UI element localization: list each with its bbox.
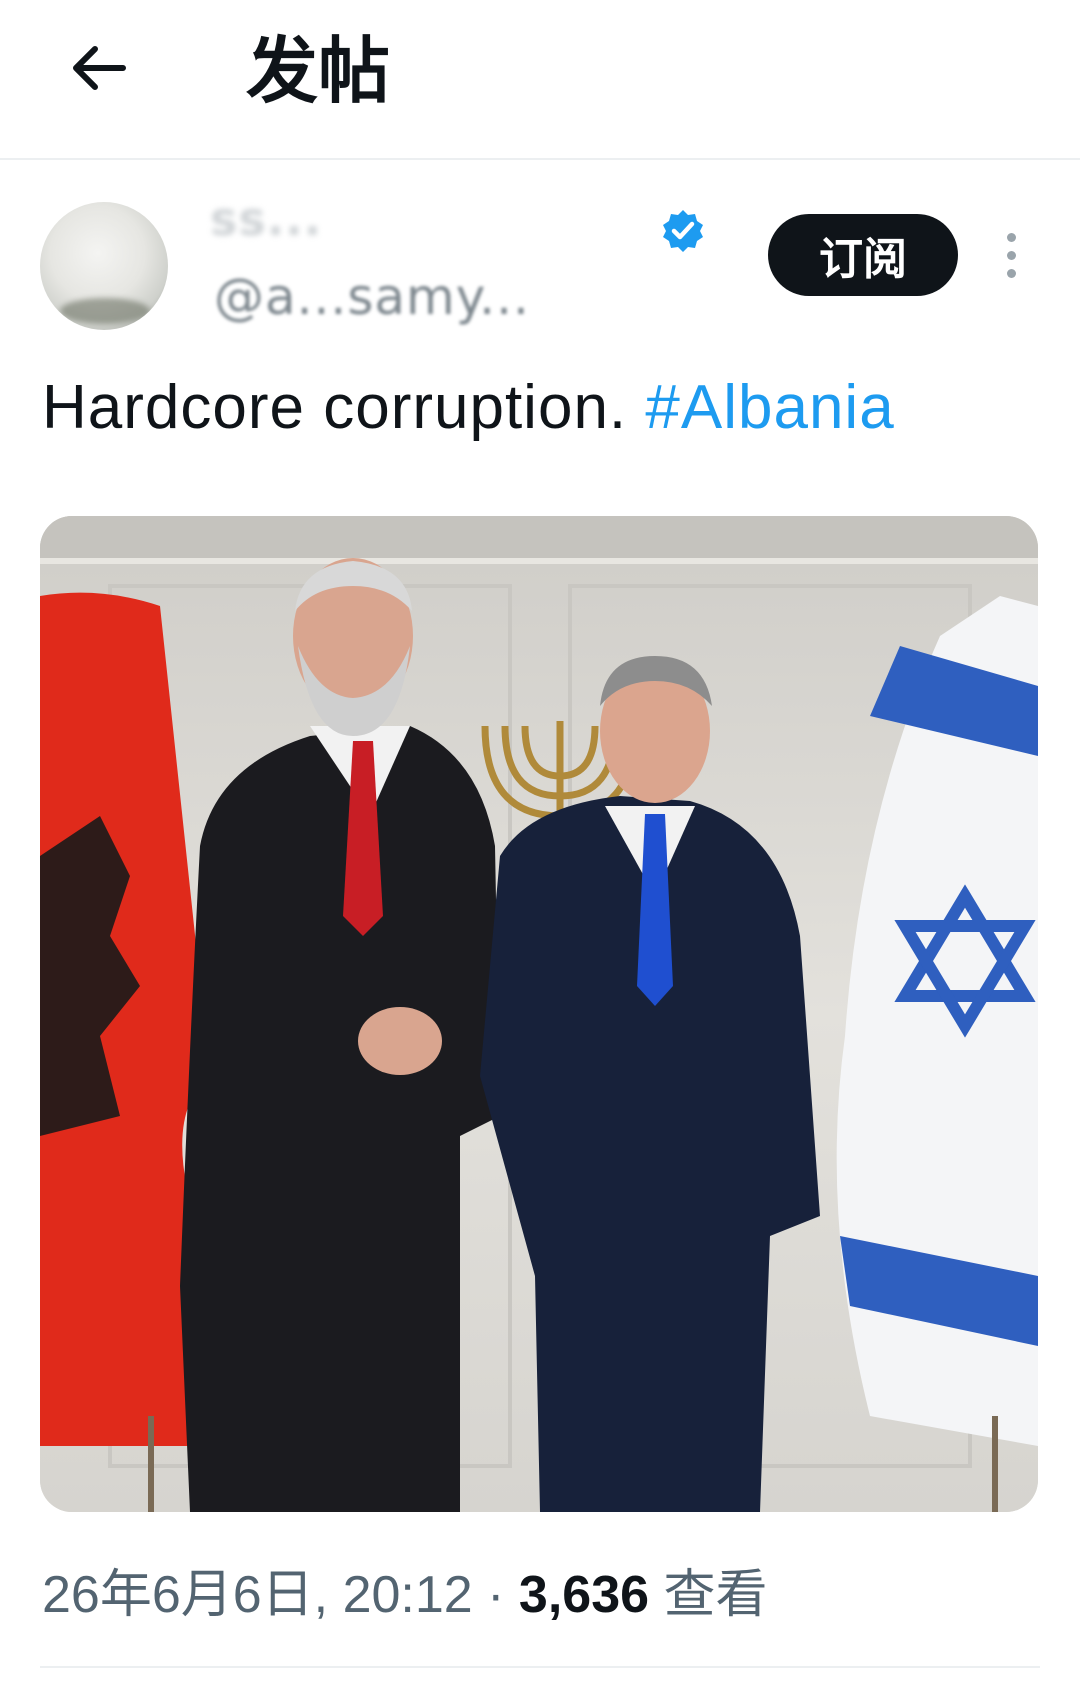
arrow-left-icon	[73, 46, 126, 90]
tweet-meta: 26年6月6日, 20:12 · 3,636 查看	[42, 1555, 768, 1635]
top-bar: 发帖	[0, 0, 1080, 160]
tweet-text: Hardcore corruption. #Albania	[42, 368, 895, 448]
author-handle[interactable]: @a...samy...	[214, 268, 530, 326]
avatar[interactable]	[40, 202, 168, 330]
divider	[40, 1666, 1040, 1668]
subscribe-button[interactable]: 订阅	[768, 214, 958, 296]
tweet-author: ss... @a...samy... 订阅	[0, 190, 1080, 340]
photo-illustration	[40, 516, 1038, 1512]
author-display-name[interactable]: ss...	[210, 192, 322, 246]
tweet-timestamp[interactable]: 26年6月6日, 20:12	[42, 1566, 473, 1624]
tweet-body: Hardcore corruption.	[42, 373, 646, 442]
more-options-icon[interactable]	[996, 228, 1026, 288]
back-button[interactable]	[58, 28, 138, 108]
views-label: 查看	[649, 1566, 768, 1624]
verified-badge-icon	[663, 210, 703, 252]
hashtag-link[interactable]: #Albania	[645, 373, 894, 442]
meta-separator: ·	[472, 1566, 519, 1624]
tweet-photo[interactable]	[40, 516, 1038, 1512]
page-title: 发帖	[246, 29, 391, 113]
views-count: 3,636	[518, 1566, 650, 1624]
